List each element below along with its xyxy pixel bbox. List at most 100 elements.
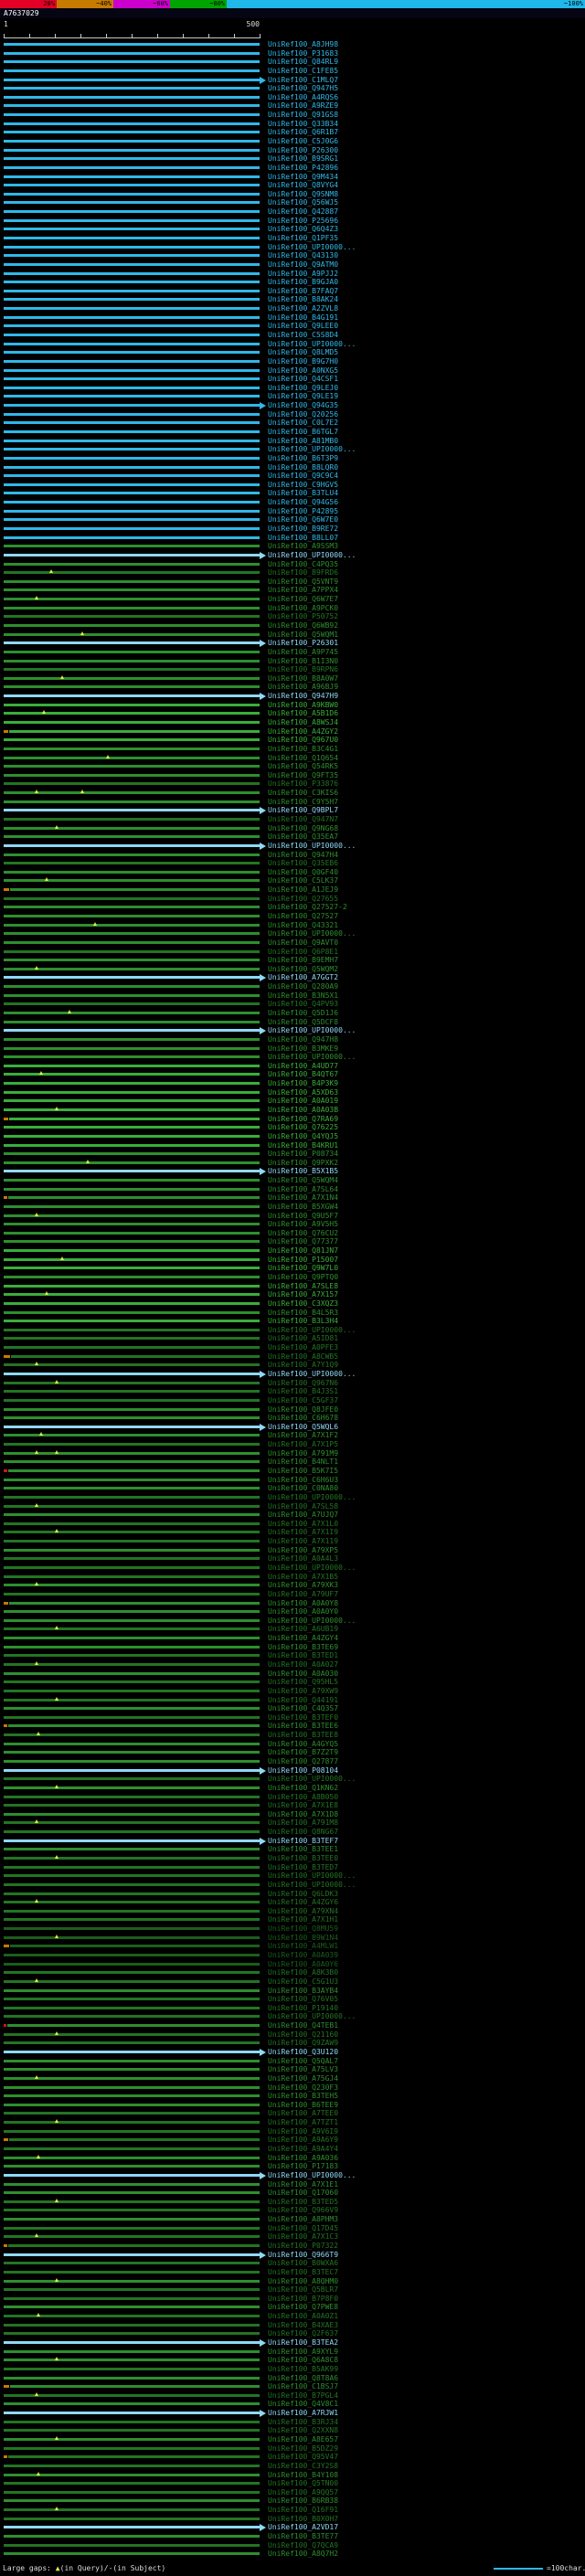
hit-label[interactable]: UniRef100_A9PJJ2 — [268, 270, 338, 278]
hit-row[interactable]: UniRef100_B3TEE0 — [0, 1854, 585, 1862]
hit-label[interactable]: UniRef100_Q7RA69 — [268, 1115, 338, 1123]
alignment-bar[interactable] — [4, 747, 260, 750]
hit-row[interactable]: UniRef100_Q6Q4Z3 — [0, 225, 585, 233]
alignment-bar[interactable] — [4, 1134, 260, 1138]
hit-label[interactable]: UniRef100_A7X1I9 — [268, 1528, 338, 1536]
alignment-bar[interactable] — [4, 262, 260, 266]
hit-label[interactable]: UniRef100_Q6W7E0 — [268, 515, 338, 524]
hit-label[interactable]: UniRef100_A7X1E8 — [268, 1801, 338, 1809]
hit-label[interactable]: UniRef100_B3TEA2 — [268, 2338, 338, 2347]
hit-label[interactable]: UniRef100_B9EMH7 — [268, 956, 338, 964]
alignment-bar[interactable] — [4, 2490, 260, 2494]
hit-row[interactable]: UniRef100_A791M8 — [0, 1818, 585, 1827]
hit-row[interactable]: UniRef100_Q6P8E1 — [0, 948, 585, 956]
alignment-bar[interactable] — [4, 632, 260, 636]
hit-row[interactable]: UniRef100_A8QHM0 — [0, 2277, 585, 2285]
hit-row[interactable]: UniRef100_A0A0Y8 — [0, 1599, 585, 1607]
alignment-bar[interactable] — [4, 1857, 260, 1860]
alignment-bar[interactable] — [4, 1320, 260, 1323]
alignment-bar[interactable] — [4, 1671, 260, 1675]
hit-row[interactable]: UniRef100_C1BSJ7 — [0, 2382, 585, 2390]
alignment-bar[interactable] — [4, 641, 260, 645]
hit-row[interactable]: UniRef100_A4ZGY4 — [0, 1634, 585, 1642]
hit-label[interactable]: UniRef100_A7X1B5 — [268, 1573, 338, 1581]
hit-row[interactable]: UniRef100_Q947H5 — [0, 84, 585, 92]
hit-label[interactable]: UniRef100_Q27527-2 — [268, 903, 347, 911]
hit-row[interactable]: UniRef100_A7SL64 — [0, 1185, 585, 1193]
hit-row[interactable]: UniRef100_C5LK37 — [0, 876, 585, 885]
alignment-bar[interactable] — [4, 60, 260, 64]
hit-label[interactable]: UniRef100_A7TZT1 — [268, 2118, 338, 2126]
alignment-bar[interactable] — [4, 1892, 260, 1895]
alignment-bar[interactable] — [4, 2464, 260, 2467]
alignment-bar[interactable] — [4, 2359, 260, 2362]
alignment-bar[interactable] — [4, 307, 260, 311]
alignment-bar[interactable] — [4, 78, 260, 81]
alignment-bar[interactable] — [4, 2112, 260, 2115]
hit-label[interactable]: UniRef100_Q9ZAW9 — [268, 2039, 338, 2047]
hit-row[interactable]: UniRef100_Q1PF35 — [0, 234, 585, 242]
alignment-bar[interactable] — [4, 1179, 260, 1182]
hit-row[interactable]: UniRef100_A0A4L3 — [0, 1554, 585, 1563]
hit-row[interactable]: UniRef100_B3TED5 — [0, 2198, 585, 2206]
hit-row[interactable]: UniRef100_Q43321 — [0, 921, 585, 929]
hit-row[interactable]: UniRef100_A4RQS6 — [0, 93, 585, 101]
hit-label[interactable]: UniRef100_UPI0000... — [268, 2171, 356, 2179]
hit-row[interactable]: UniRef100_Q33B34 — [0, 120, 585, 128]
alignment-bar[interactable] — [4, 2340, 260, 2344]
alignment-bar[interactable] — [4, 2041, 260, 2045]
alignment-bar[interactable] — [4, 1381, 260, 1384]
hit-label[interactable]: UniRef100_Q35EA7 — [268, 832, 338, 841]
alignment-bar[interactable] — [4, 2420, 260, 2423]
hit-row[interactable]: UniRef100_A9PJJ2 — [0, 270, 585, 278]
hit-row[interactable]: UniRef100_A0A03B — [0, 1106, 585, 1114]
hit-row[interactable]: UniRef100_P42896 — [0, 164, 585, 172]
alignment-bar[interactable] — [4, 2437, 260, 2441]
alignment-bar[interactable] — [4, 791, 260, 795]
alignment-bar[interactable] — [4, 1187, 260, 1191]
hit-label[interactable]: UniRef100_A8Q7H2 — [268, 2549, 338, 2558]
hit-row[interactable]: UniRef100_B9EMH7 — [0, 956, 585, 964]
hit-row[interactable]: UniRef100_P15007 — [0, 1256, 585, 1264]
hit-label[interactable]: UniRef100_Q43130 — [268, 251, 338, 260]
hit-label[interactable]: UniRef100_A9KBW0 — [268, 701, 338, 709]
hit-label[interactable]: UniRef100_C9HGV5 — [268, 481, 338, 489]
alignment-bar[interactable] — [4, 2200, 260, 2203]
hit-row[interactable]: UniRef100_A8K3B0 — [0, 1968, 585, 1977]
alignment-bar[interactable] — [4, 439, 260, 442]
hit-row[interactable]: UniRef100_Q7PWE8 — [0, 2303, 585, 2311]
alignment-bar[interactable] — [4, 501, 260, 504]
alignment-bar[interactable] — [4, 1398, 260, 1402]
alignment-bar[interactable] — [4, 2296, 260, 2300]
hit-row[interactable]: UniRef100_Q9ZAW9 — [0, 2039, 585, 2047]
hit-label[interactable]: UniRef100_Q6Q4Z3 — [268, 225, 338, 233]
hit-label[interactable]: UniRef100_A9V5H5 — [268, 1220, 338, 1228]
alignment-bar[interactable] — [4, 1795, 260, 1798]
hit-row[interactable]: UniRef100_Q94G56 — [0, 498, 585, 506]
hit-label[interactable]: UniRef100_A7TEE0 — [268, 2109, 338, 2117]
hit-row[interactable]: UniRef100_A7X1C3 — [0, 2232, 585, 2241]
hit-label[interactable]: UniRef100_A0A027 — [268, 1660, 338, 1669]
hit-label[interactable]: UniRef100_Q9LEE0 — [268, 322, 338, 330]
hit-row[interactable]: UniRef100_B3TE69 — [0, 1643, 585, 1651]
hit-label[interactable]: UniRef100_A9QQ57 — [268, 2488, 338, 2496]
alignment-bar[interactable] — [4, 1170, 260, 1173]
hit-label[interactable]: UniRef100_Q5DCF8 — [268, 1018, 338, 1026]
alignment-bar[interactable] — [4, 2446, 260, 2450]
hit-row[interactable]: UniRef100_A9P745 — [0, 648, 585, 656]
hit-row[interactable]: UniRef100_UPI0000... — [0, 1617, 585, 1625]
hit-label[interactable]: UniRef100_P15007 — [268, 1256, 338, 1264]
hit-label[interactable]: UniRef100_UPI0000... — [268, 2012, 356, 2020]
hit-row[interactable]: UniRef100_P07322 — [0, 2242, 585, 2250]
hit-label[interactable]: UniRef100_Q9M434 — [268, 173, 338, 181]
hit-label[interactable]: UniRef100_A7X1C3 — [268, 2232, 338, 2241]
hit-row[interactable]: UniRef100_A7TZT1 — [0, 2118, 585, 2126]
alignment-bar[interactable] — [4, 1584, 260, 1587]
alignment-bar[interactable] — [4, 2517, 260, 2520]
alignment-bar[interactable] — [4, 598, 260, 601]
hit-label[interactable]: UniRef100_A79UF7 — [268, 1590, 338, 1598]
hit-label[interactable]: UniRef100_B7Z2T9 — [268, 1748, 338, 1756]
hit-row[interactable]: UniRef100_P50752 — [0, 612, 585, 620]
hit-row[interactable]: UniRef100_B4J3S1 — [0, 1387, 585, 1395]
hit-label[interactable]: UniRef100_Q6P8E1 — [268, 948, 338, 956]
